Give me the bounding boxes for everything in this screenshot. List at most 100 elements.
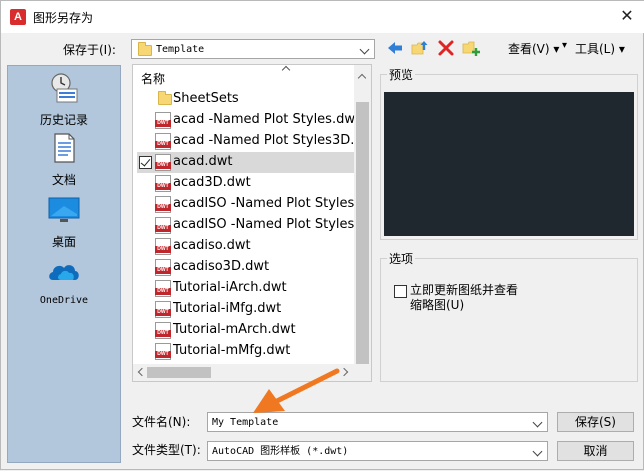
dwt-file-icon xyxy=(155,343,171,360)
save-in-dropdown[interactable]: Template xyxy=(131,39,375,59)
list-item[interactable]: Tutorial-iArch.dwt xyxy=(137,278,355,299)
file-name: acadISO -Named Plot Styles3D.dwt xyxy=(173,217,355,232)
place-documents[interactable]: 文档 xyxy=(8,132,120,188)
list-item[interactable]: Tutorial-iMfg.dwt xyxy=(137,299,355,320)
place-label: 文档 xyxy=(51,173,76,187)
file-name: acad3D.dwt xyxy=(173,175,251,190)
place-history[interactable]: 历史记录 xyxy=(8,72,120,128)
update-thumbnail-label-line1: 立即更新图纸并查看 xyxy=(410,283,519,297)
place-label: 桌面 xyxy=(51,235,76,249)
list-item-selected[interactable]: acad.dwt xyxy=(137,152,355,173)
new-folder-icon[interactable] xyxy=(462,39,480,57)
title-bar: A 图形另存为 ✕ xyxy=(1,1,644,33)
dwt-file-icon xyxy=(155,112,171,129)
list-item[interactable]: acadISO -Named Plot Styles.dwt xyxy=(137,194,355,215)
save-drawing-dialog: A 图形另存为 ✕ 保存于(I): Template 查看(V) ▾ ▾ 工具(… xyxy=(0,0,644,470)
tools-menu-label: 工具(L) xyxy=(575,42,616,56)
autocad-app-icon: A xyxy=(10,9,26,25)
list-item[interactable]: acadiso3D.dwt xyxy=(137,257,355,278)
chevron-down-icon xyxy=(532,445,544,457)
view-menu-dropdown-icon: ▾ xyxy=(562,40,568,51)
update-thumbnail-label-line2: 缩略图(U) xyxy=(410,298,465,312)
list-item[interactable]: acad3D.dwt xyxy=(137,173,355,194)
list-item[interactable]: acadISO -Named Plot Styles3D.dwt xyxy=(137,215,355,236)
list-item[interactable]: Tutorial-mArch.dwt xyxy=(137,320,355,341)
list-item[interactable]: acad -Named Plot Styles3D.dwt xyxy=(137,131,355,152)
place-desktop[interactable]: 桌面 xyxy=(8,194,120,250)
update-thumbnail-label[interactable]: 立即更新图纸并查看 缩略图(U) xyxy=(410,283,518,313)
file-type-label: 文件类型(T): xyxy=(132,443,201,457)
list-item[interactable]: SheetSets xyxy=(137,89,355,110)
dialog-title: 图形另存为 xyxy=(33,11,94,25)
place-label: 历史记录 xyxy=(39,113,88,127)
dwt-file-icon xyxy=(155,301,171,318)
list-item[interactable]: Tutorial-mMfg.dwt xyxy=(137,341,355,362)
folder-icon xyxy=(158,91,172,105)
dwt-file-icon xyxy=(155,217,171,234)
file-name: acad -Named Plot Styles3D.dwt xyxy=(173,133,355,148)
file-name: Tutorial-mMfg.dwt xyxy=(173,343,291,358)
place-onedrive[interactable]: OneDrive xyxy=(8,256,120,306)
tools-menu[interactable]: 工具(L) ▾ xyxy=(575,40,625,57)
checkbox-checked[interactable] xyxy=(139,156,152,169)
history-icon xyxy=(51,73,78,103)
file-name: Tutorial-iArch.dwt xyxy=(173,280,287,295)
desktop-icon xyxy=(48,197,80,222)
cancel-button[interactable]: 取消 xyxy=(557,441,634,461)
list-item[interactable]: acad -Named Plot Styles.dwt xyxy=(137,110,355,131)
file-name: Tutorial-mArch.dwt xyxy=(173,322,296,337)
sort-ascending-icon xyxy=(281,65,291,73)
file-name-value: My Template xyxy=(212,417,279,428)
file-list[interactable]: 名称 SheetSets acad -Named Plot Styles.dwt… xyxy=(132,64,372,382)
scroll-up-icon[interactable] xyxy=(358,72,366,80)
save-in-label: 保存于(I): xyxy=(63,43,116,57)
scroll-right-icon[interactable] xyxy=(341,368,349,376)
file-type-dropdown[interactable]: AutoCAD 图形样板 (*.dwt) xyxy=(207,441,548,461)
column-header-name[interactable]: 名称 xyxy=(141,70,165,87)
file-type-value: AutoCAD 图形样板 (*.dwt) xyxy=(212,446,349,457)
dwt-file-icon xyxy=(155,322,171,339)
update-thumbnail-checkbox[interactable] xyxy=(394,285,407,298)
places-bar: 历史记录 文档 桌面 OneDrive xyxy=(7,65,121,463)
save-button[interactable]: 保存(S) xyxy=(557,412,634,432)
dwt-file-icon xyxy=(155,259,171,276)
view-menu[interactable]: 查看(V) ▾ xyxy=(508,40,559,57)
place-label: OneDrive xyxy=(39,295,89,306)
file-name: Tutorial-iMfg.dwt xyxy=(173,301,282,316)
file-name: acadiso.dwt xyxy=(173,238,251,253)
delete-icon[interactable] xyxy=(437,39,455,57)
file-name: acad -Named Plot Styles.dwt xyxy=(173,112,355,127)
back-arrow-icon[interactable] xyxy=(386,39,404,57)
file-name: acadiso3D.dwt xyxy=(173,259,270,274)
chevron-down-icon xyxy=(359,43,371,55)
file-name-input[interactable]: My Template xyxy=(207,412,548,432)
preview-pane xyxy=(384,92,634,236)
file-name: SheetSets xyxy=(173,91,239,106)
scroll-left-icon[interactable] xyxy=(136,368,144,376)
view-menu-label: 查看(V) xyxy=(508,42,550,56)
dwt-file-icon xyxy=(155,133,171,150)
dwt-file-icon xyxy=(155,280,171,297)
file-name-label: 文件名(N): xyxy=(132,415,191,429)
dwt-file-icon xyxy=(155,175,171,192)
horizontal-scrollbar[interactable] xyxy=(133,364,371,381)
file-name: acad.dwt xyxy=(173,154,233,169)
file-name: acadISO -Named Plot Styles.dwt xyxy=(173,196,355,211)
preview-title: 预览 xyxy=(387,66,416,83)
dwt-file-icon xyxy=(155,154,171,171)
chevron-down-icon[interactable] xyxy=(532,416,544,428)
onedrive-icon xyxy=(49,265,79,280)
save-in-value: Template xyxy=(156,44,205,55)
scrollbar-thumb[interactable] xyxy=(356,102,369,365)
options-group: 选项 xyxy=(380,250,638,382)
scrollbar-thumb[interactable] xyxy=(147,367,211,378)
up-folder-icon[interactable] xyxy=(411,39,429,57)
folder-icon xyxy=(138,42,152,56)
dwt-file-icon xyxy=(155,238,171,255)
dwt-file-icon xyxy=(155,196,171,213)
close-button[interactable]: ✕ xyxy=(617,6,637,26)
list-item[interactable]: acadiso.dwt xyxy=(137,236,355,257)
documents-icon xyxy=(54,133,75,163)
vertical-scrollbar[interactable] xyxy=(354,65,371,365)
options-title: 选项 xyxy=(387,250,416,267)
